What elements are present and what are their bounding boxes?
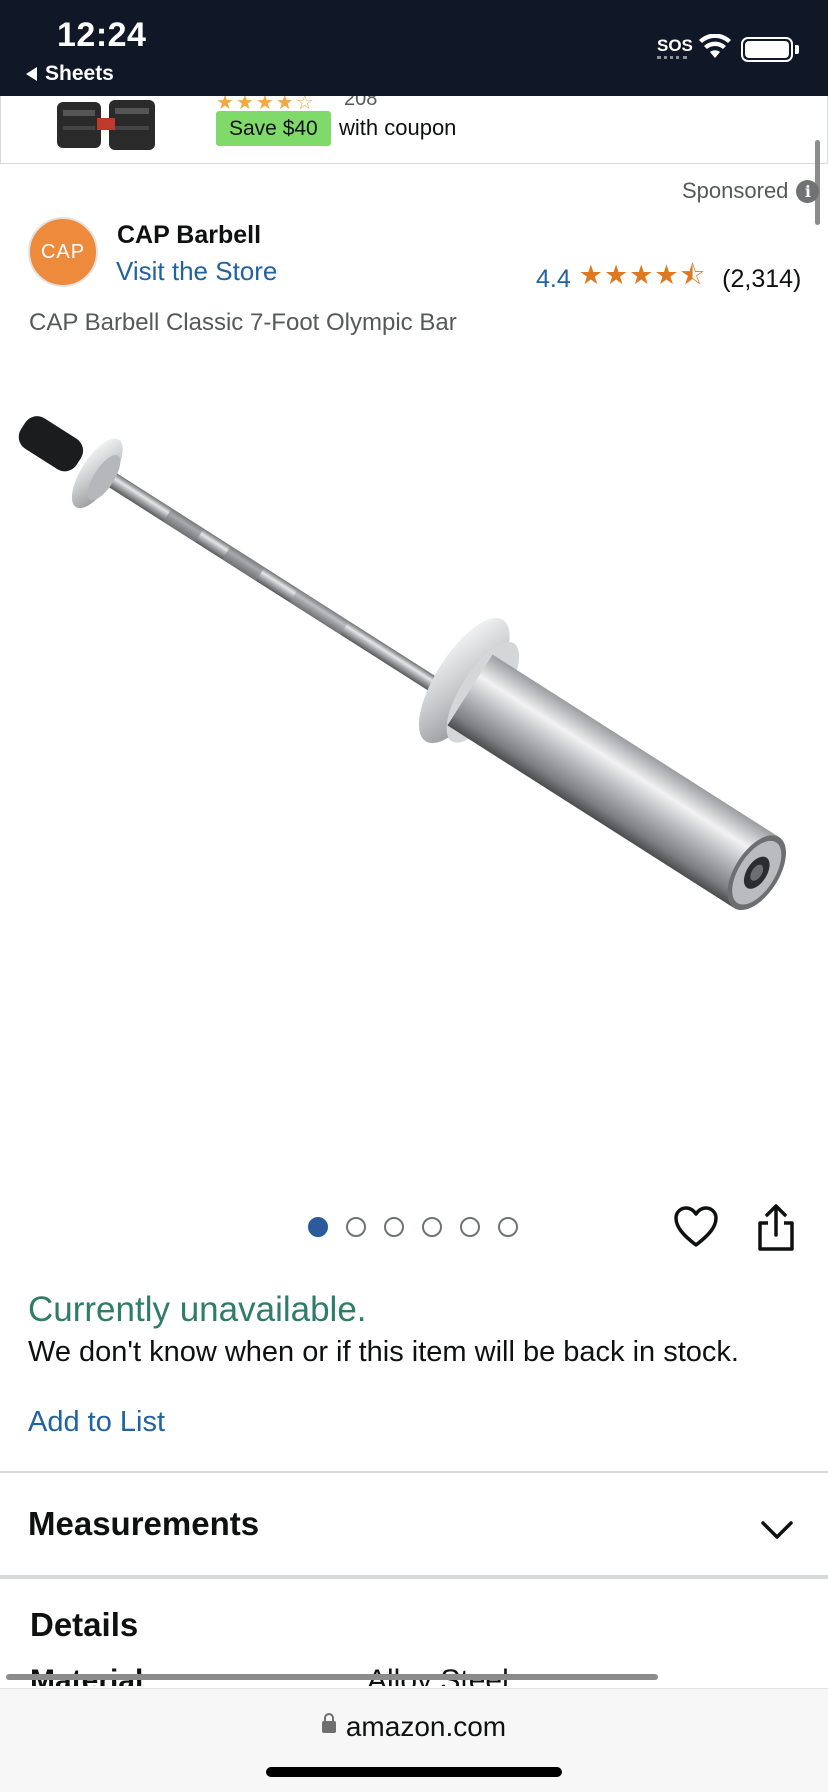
adjustable-dumbbell-thumbnail [57,100,155,150]
save-coupon-badge: Save $40 [216,111,331,146]
brand-logo[interactable]: CAP [28,217,98,287]
carousel-dot[interactable] [384,1217,404,1237]
rating-value: 4.4 [536,264,571,293]
home-indicator[interactable] [266,1767,562,1777]
details-section-header: Details [30,1606,139,1643]
heart-icon[interactable] [673,1205,719,1249]
horizontal-scrollbar[interactable] [6,1674,658,1680]
sponsored-text: Sponsored [682,178,789,203]
share-icon[interactable] [755,1203,797,1253]
divider [0,1471,828,1473]
carousel-dot[interactable] [460,1217,480,1237]
availability-message: We don't know when or if this item will … [28,1336,739,1368]
status-bar: 12:24 Sheets SOS [0,0,828,96]
sponsored-label[interactable]: Sponsored i [682,178,820,204]
image-carousel-dots[interactable] [308,1217,518,1237]
rating-count: (2,314) [722,264,802,293]
clock: 12:24 [57,16,147,54]
back-to-app-button[interactable]: Sheets [26,62,114,86]
battery-icon [741,37,793,62]
lock-icon [321,1712,336,1733]
measurements-section-header[interactable]: Measurements [28,1505,259,1543]
battery-tip [795,45,799,54]
back-app-label: Sheets [45,62,114,85]
chevron-down-icon[interactable] [760,1520,794,1540]
divider [0,1575,828,1579]
sponsored-product-strip[interactable]: ★★★★☆ 208 Save $40 with coupon [0,96,828,164]
brand-name: CAP Barbell [117,221,262,249]
url-display[interactable]: amazon.com [0,1711,828,1743]
browser-url-bar[interactable]: amazon.com [0,1688,828,1792]
info-icon[interactable]: i [796,179,820,203]
carousel-dot[interactable] [346,1217,366,1237]
product-image-barbell[interactable] [0,400,828,1100]
add-to-list-link[interactable]: Add to List [28,1406,165,1439]
carousel-dot[interactable] [498,1217,518,1237]
availability-status: Currently unavailable. [28,1290,367,1329]
sos-indicator: SOS [657,36,693,55]
signal-dots-icon [657,56,687,59]
carousel-dot[interactable] [422,1217,442,1237]
url-text: amazon.com [345,1711,507,1742]
wifi-icon [699,34,731,58]
product-rating[interactable]: 4.4 ★★★★⯪ (2,314) [536,256,801,302]
coupon-text: with coupon [339,115,457,140]
product-title[interactable]: CAP Barbell Classic 7-Foot Olympic Bar [29,309,457,337]
star-rating-icon: ★★★★⯪ [578,260,707,290]
carousel-dot[interactable] [308,1217,328,1237]
ad-review-count: 208 [344,96,378,110]
visit-store-link[interactable]: Visit the Store [116,256,277,287]
back-arrow-icon [26,67,37,81]
